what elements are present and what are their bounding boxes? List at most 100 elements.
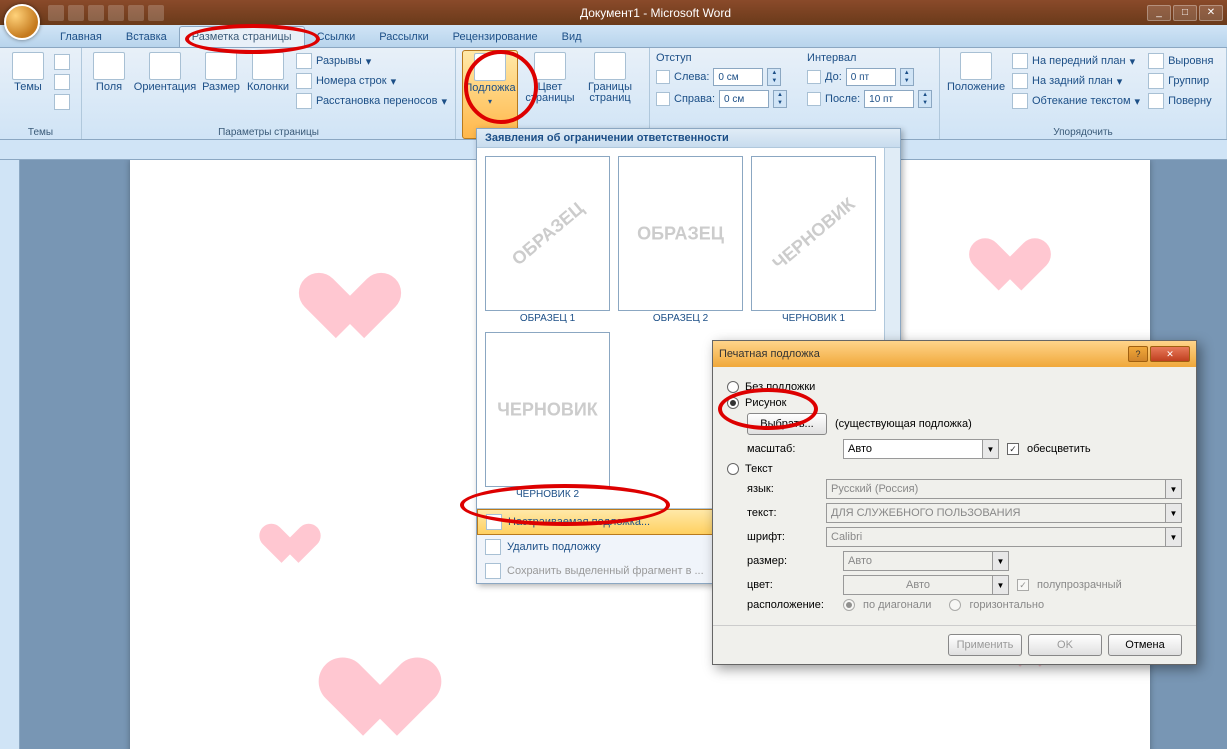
window-title: Документ1 - Microsoft Word [164, 6, 1147, 20]
margins-button[interactable]: Поля [88, 50, 130, 139]
watermark-item-3[interactable]: ЧЕРНОВИКЧЕРНОВИК 1 [751, 156, 876, 324]
indent-left-input[interactable]: 0 см [713, 68, 763, 86]
group-themes-label: Темы [0, 127, 81, 138]
tab-home[interactable]: Главная [48, 27, 114, 47]
themes-button[interactable]: Темы [6, 50, 50, 139]
tab-references[interactable]: Ссылки [305, 27, 368, 47]
indent-left-spinner[interactable]: ▲▼ [767, 68, 781, 86]
spacing-before-input[interactable]: 0 пт [846, 68, 896, 86]
line-numbers-icon [296, 73, 312, 89]
breaks-button[interactable]: Разрывы ▾ [294, 52, 449, 70]
scale-label: масштаб: [747, 443, 835, 455]
font-combo: Calibri [826, 527, 1166, 547]
quick-access-toolbar [48, 5, 164, 21]
titlebar: Документ1 - Microsoft Word _ □ ✕ [0, 0, 1227, 25]
align-icon [1148, 53, 1164, 69]
group-icon [1148, 73, 1164, 89]
dialog-close-button[interactable]: ✕ [1150, 346, 1190, 362]
dialog-titlebar[interactable]: Печатная подложка ? ✕ [713, 341, 1196, 367]
tab-review[interactable]: Рецензирование [441, 27, 550, 47]
page-borders-button[interactable]: Границы страниц [582, 50, 638, 139]
tab-mailings[interactable]: Рассылки [367, 27, 440, 47]
scale-combo[interactable]: Авто [843, 439, 983, 459]
dialog-title: Печатная подложка [719, 348, 1128, 360]
rotate-icon [1148, 93, 1164, 109]
page-color-icon [534, 52, 566, 80]
language-combo: Русский (Россия) [826, 479, 1166, 499]
select-picture-button[interactable]: Выбрать... [747, 413, 827, 435]
maximize-button[interactable]: □ [1173, 5, 1197, 21]
qat-more-icon[interactable] [148, 5, 164, 21]
theme-effects-icon[interactable] [54, 94, 70, 110]
send-back-icon [1012, 73, 1028, 89]
indent-right-spinner[interactable]: ▲▼ [773, 90, 787, 108]
office-button[interactable] [4, 4, 40, 40]
spacing-before-spinner[interactable]: ▲▼ [900, 68, 914, 86]
watermark-button[interactable]: Подложка▾ [462, 50, 518, 139]
watermark-item-4[interactable]: ЧЕРНОВИКЧЕРНОВИК 2 [485, 332, 610, 500]
columns-button[interactable]: Колонки [246, 50, 290, 139]
size-icon [205, 52, 237, 80]
ok-button[interactable]: OK [1028, 634, 1102, 656]
indent-left-icon [656, 70, 670, 84]
spacing-after-input[interactable]: 10 пт [864, 90, 914, 108]
vertical-ruler[interactable] [0, 160, 20, 749]
watermark-item-1[interactable]: ОБРАЗЕЦОБРАЗЕЦ 1 [485, 156, 610, 324]
indent-right-icon [656, 92, 670, 106]
send-back-button[interactable]: На задний план ▾ [1010, 72, 1142, 90]
watermark-dialog: Печатная подложка ? ✕ Без подложки Рисун… [712, 340, 1197, 665]
bring-front-button[interactable]: На передний план ▾ [1010, 52, 1142, 70]
save-selection-icon [485, 563, 501, 579]
themes-icon [12, 52, 44, 80]
close-button[interactable]: ✕ [1199, 5, 1223, 21]
size-button[interactable]: Размер [200, 50, 242, 139]
text-wrap-button[interactable]: Обтекание текстом ▾ [1010, 92, 1142, 110]
save-icon[interactable] [48, 5, 64, 21]
ribbon-tabs: Главная Вставка Разметка страницы Ссылки… [0, 25, 1227, 48]
radio-picture[interactable]: Рисунок [727, 397, 1182, 409]
redo-icon[interactable] [88, 5, 104, 21]
group-arrange-label: Упорядочить [940, 127, 1226, 138]
bring-front-icon [1012, 53, 1028, 69]
align-button[interactable]: Выровня [1146, 52, 1215, 70]
preview-icon[interactable] [128, 5, 144, 21]
spacing-header: Интервал [807, 52, 932, 64]
cancel-button[interactable]: Отмена [1108, 634, 1182, 656]
scale-combo-arrow[interactable]: ▼ [983, 439, 999, 459]
radio-no-watermark[interactable]: Без подложки [727, 381, 1182, 393]
text-combo: ДЛЯ СЛУЖЕБНОГО ПОЛЬЗОВАНИЯ [826, 503, 1166, 523]
rotate-button[interactable]: Поверну [1146, 92, 1215, 110]
page-color-button[interactable]: Цвет страницы [522, 50, 578, 139]
semitransparent-checkbox [1017, 579, 1029, 591]
color-combo: Авто [843, 575, 993, 595]
tab-page-layout[interactable]: Разметка страницы [179, 26, 305, 47]
indent-right-input[interactable]: 0 см [719, 90, 769, 108]
spacing-after-spinner[interactable]: ▲▼ [918, 90, 932, 108]
theme-colors-icon[interactable] [54, 54, 70, 70]
radio-text[interactable]: Текст [727, 463, 1182, 475]
tab-insert[interactable]: Вставка [114, 27, 179, 47]
watermark-item-2[interactable]: ОБРАЗЕЦОБРАЗЕЦ 2 [618, 156, 743, 324]
text-wrap-icon [1012, 93, 1028, 109]
tab-view[interactable]: Вид [550, 27, 594, 47]
position-button[interactable]: Положение [946, 50, 1006, 139]
watermark-icon [474, 53, 506, 81]
margins-icon [93, 52, 125, 80]
theme-fonts-icon[interactable] [54, 74, 70, 90]
undo-icon[interactable] [68, 5, 84, 21]
print-icon[interactable] [108, 5, 124, 21]
group-button[interactable]: Группир [1146, 72, 1215, 90]
existing-watermark-label: (существующая подложка) [835, 418, 972, 430]
group-page-setup-label: Параметры страницы [82, 127, 455, 138]
line-numbers-button[interactable]: Номера строк ▾ [294, 72, 449, 90]
orientation-button[interactable]: Ориентация [134, 50, 196, 139]
orientation-icon [149, 52, 181, 80]
apply-button[interactable]: Применить [948, 634, 1022, 656]
hyphenation-icon [296, 93, 312, 109]
washout-checkbox[interactable] [1007, 443, 1019, 455]
radio-horizontal [949, 599, 961, 611]
columns-icon [252, 52, 284, 80]
minimize-button[interactable]: _ [1147, 5, 1171, 21]
hyphenation-button[interactable]: Расстановка переносов ▾ [294, 92, 449, 110]
dialog-help-button[interactable]: ? [1128, 346, 1148, 362]
